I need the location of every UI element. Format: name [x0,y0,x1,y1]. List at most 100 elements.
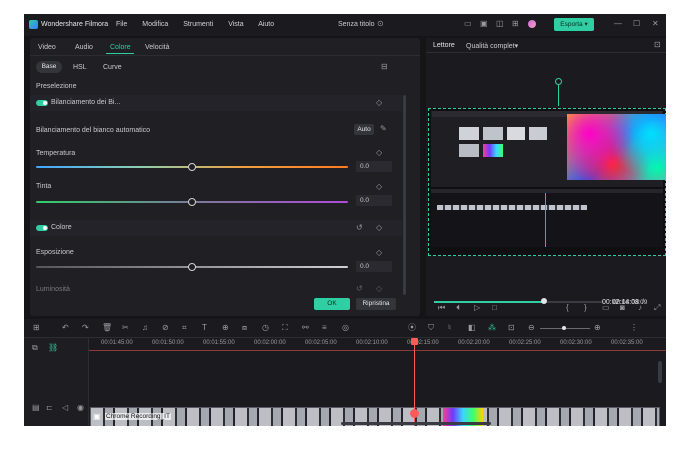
zoom-out-icon[interactable]: ⊖ [528,324,535,332]
temperature-slider-handle[interactable] [188,163,196,171]
menu-strumenti[interactable]: Strumenti [183,21,213,28]
speaker-icon[interactable]: ◁ [62,404,68,412]
cut-icon[interactable]: ✂ [122,324,129,332]
render-icon[interactable]: ⦿ [408,324,416,332]
voiceover-icon[interactable]: ◧ [468,324,476,332]
zoom-slider-handle[interactable] [562,326,566,330]
layout-icon[interactable]: ▭ [464,20,472,28]
brightness-reset-icon[interactable]: ↺ [356,285,363,293]
tint-keyframe-icon[interactable]: ◇ [376,183,382,191]
tabs-divider [30,55,420,56]
quality-dropdown[interactable]: Qualità complet▾ [466,42,518,50]
color-keyframe-icon[interactable]: ◇ [376,224,382,232]
avatar[interactable] [528,20,536,28]
add-track-icon[interactable]: ⧉ [32,344,38,352]
minimize-icon[interactable]: — [614,20,622,28]
delete-icon[interactable]: 🗑 [102,324,112,332]
color-toggle[interactable] [36,225,48,231]
grid-icon[interactable]: ⊞ [33,324,40,332]
camera-icon[interactable]: ◙ [620,304,625,312]
reset-button[interactable]: Ripristina [356,298,396,310]
volume-icon[interactable]: ♪ [638,304,642,312]
exposure-keyframe-icon[interactable]: ◇ [376,249,382,257]
fit-icon[interactable]: ⛶ [282,324,288,332]
zoom-slider[interactable] [540,326,590,330]
eyedropper-icon[interactable]: ✎ [380,125,387,133]
fullscreen-icon[interactable]: ⤢ [654,304,660,312]
shield-icon[interactable]: ⛉ [428,324,434,332]
apps-icon[interactable]: ⊞ [512,20,519,28]
playhead-scissor-icon[interactable] [410,409,419,418]
ruler-tick: 00:01:45:00 [101,340,133,346]
panel-scrollbar[interactable] [403,95,406,295]
adjust-icon[interactable]: ≡ [322,324,327,332]
exposure-slider-handle[interactable] [188,263,196,271]
ruler-tick: 00:02:00:00 [254,340,286,346]
timeline-horizontal-scrollbar[interactable] [341,422,491,425]
subtab-curve[interactable]: Curve [103,64,122,71]
reset-icon[interactable]: ↺ [356,224,363,232]
menu-vista[interactable]: Vista [228,21,243,28]
exposure-value[interactable]: 0.0 [356,261,392,272]
display-icon[interactable]: ▭ [602,304,610,312]
snapshot-icon[interactable]: ⊡ [654,41,661,49]
save-preset-icon[interactable]: ⊟ [381,63,388,71]
play-icon[interactable]: ▷ [474,304,480,312]
mark-in-icon[interactable]: { [566,304,569,312]
timeline-playhead[interactable] [410,338,419,426]
ruler-tick: 00:02:10:00 [356,340,388,346]
zoom-in-icon[interactable]: ⊕ [594,324,601,332]
stop-icon[interactable]: □ [492,304,497,312]
undo-icon[interactable]: ↶ [62,324,69,332]
timeline-vertical-scrollbar[interactable] [658,361,662,383]
subtab-base[interactable]: Base [36,61,62,73]
save-icon[interactable]: ▣ [480,20,488,28]
subtitle-icon[interactable]: ⊡ [508,324,515,332]
video-frame[interactable] [428,108,666,256]
mark-out-icon[interactable]: } [584,304,587,312]
tab-velocita[interactable]: Velocità [145,44,170,51]
chevron-down-icon: ▾ [584,21,588,28]
tint-slider-handle[interactable] [188,198,196,206]
close-icon[interactable]: ✕ [652,20,659,28]
motion-icon[interactable]: ◎ [342,324,349,332]
freeze-icon[interactable]: ⧈ [242,324,247,332]
ai-icon[interactable]: ⚯ [302,324,309,332]
auto-button[interactable]: Auto [354,124,374,135]
tag-icon[interactable]: ⊘ [162,324,169,332]
temperature-value[interactable]: 0.0 [356,161,392,172]
export-button[interactable]: Esporta ▾ [554,18,594,31]
menu-modifica[interactable]: Modifica [142,21,168,28]
timeline-ruler[interactable]: 00:01:45:00 00:01:50:00 00:01:55:00 00:0… [89,338,666,352]
tab-colore[interactable]: Colore [110,44,131,51]
nested-color-preview [567,114,666,180]
timer-icon[interactable]: ◷ [262,324,269,332]
step-back-icon[interactable]: ⏴ [456,304,460,312]
white-balance-toggle[interactable] [36,100,48,106]
menu-file[interactable]: File [116,21,127,28]
snap-icon[interactable]: ⁂ [488,324,496,332]
previous-frame-icon[interactable]: ⏮ [438,304,445,312]
redo-icon[interactable]: ↷ [82,324,89,332]
zoom-icon[interactable]: ⊕ [222,324,229,332]
temperature-keyframe-icon[interactable]: ◇ [376,149,382,157]
notification-icon[interactable]: ◫ [496,20,504,28]
microphone-icon[interactable]: ♮ [448,324,451,332]
eye-icon[interactable]: ◉ [77,404,84,412]
brightness-keyframe-icon[interactable]: ◇ [376,285,382,293]
tab-audio[interactable]: Audio [75,44,93,51]
maximize-icon[interactable]: ☐ [633,20,640,28]
subtab-hsl[interactable]: HSL [73,64,87,71]
folder-icon[interactable]: ⊏ [46,404,53,412]
tab-video[interactable]: Video [38,44,56,51]
tint-value[interactable]: 0.0 [356,195,392,206]
keyframe-diamond-icon[interactable]: ◇ [376,99,382,107]
crop-icon[interactable]: ⌗ [182,324,187,332]
playhead-handle-icon[interactable] [411,338,418,345]
text-icon[interactable]: T [202,324,207,332]
audio-detach-icon[interactable]: ♫ [142,324,148,332]
menu-aiuto[interactable]: Aiuto [258,21,274,28]
layout-options-icon[interactable]: ⋮ [630,324,638,332]
link-icon[interactable]: ⛓ [48,344,58,352]
ok-button[interactable]: OK [314,298,350,310]
